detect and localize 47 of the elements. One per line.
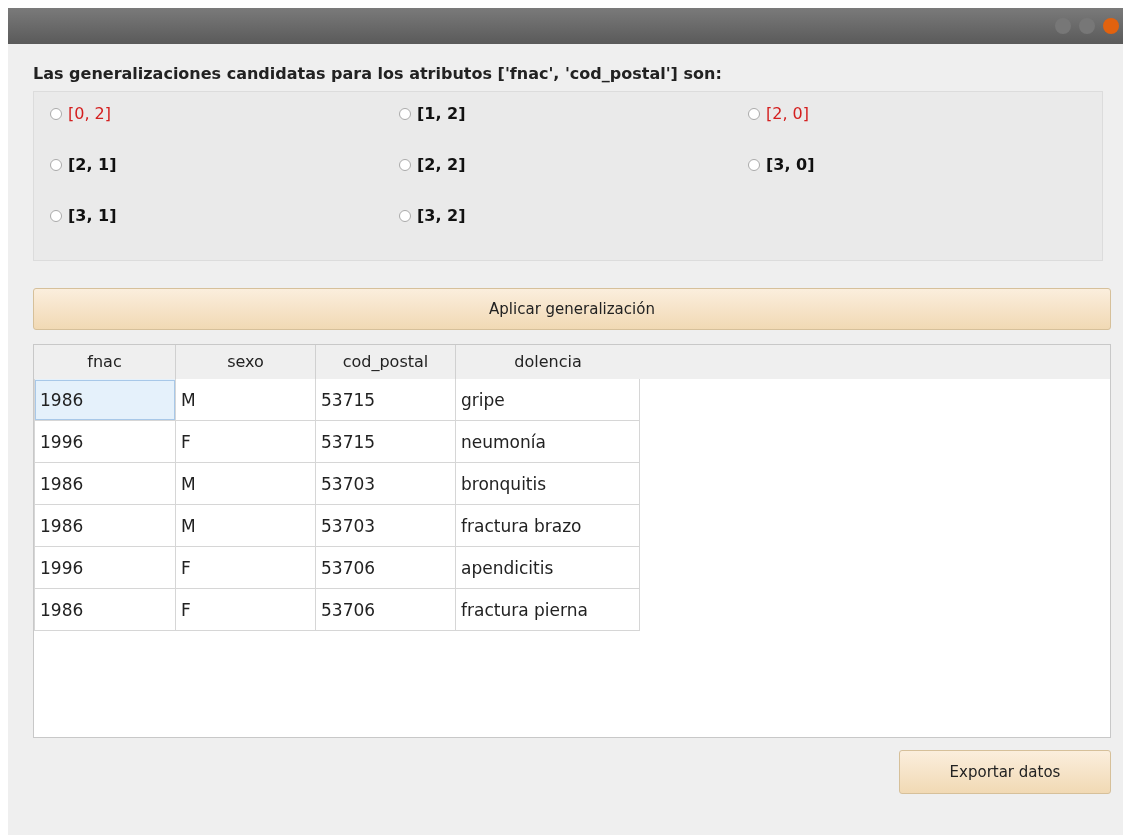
radio-option[interactable]: [0, 2] [50, 104, 111, 123]
radio-icon[interactable] [748, 107, 760, 120]
table-cell[interactable]: M [176, 505, 316, 547]
table-cell[interactable]: 1996 [34, 547, 176, 589]
radio-icon[interactable] [748, 158, 760, 171]
table-cell[interactable]: gripe [456, 379, 640, 421]
table-cell[interactable]: apendicitis [456, 547, 640, 589]
table-cell[interactable]: 1986 [34, 589, 176, 631]
export-button[interactable]: Exportar datos [899, 750, 1111, 794]
heading-label: Las generalizaciones candidatas para los atributos ['fnac', 'cod_postal'] son: [33, 64, 723, 83]
table-cell[interactable]: F [176, 589, 316, 631]
column-header[interactable]: dolencia [456, 345, 640, 379]
table-cell[interactable]: 53706 [316, 547, 456, 589]
radio-option[interactable]: [2, 1] [50, 155, 117, 174]
table-cell[interactable]: 1996 [34, 421, 176, 463]
radio-icon[interactable] [50, 158, 62, 171]
table-cell[interactable]: M [176, 463, 316, 505]
table-cell[interactable]: 53703 [316, 463, 456, 505]
radio-option[interactable]: [1, 2] [399, 104, 466, 123]
radio-icon[interactable] [399, 107, 411, 120]
table-cell[interactable]: 53703 [316, 505, 456, 547]
radio-option[interactable]: [3, 0] [748, 155, 815, 174]
table-cell[interactable]: 53706 [316, 589, 456, 631]
table-cell[interactable]: F [176, 547, 316, 589]
table-cell[interactable]: 53715 [316, 421, 456, 463]
radio-option[interactable]: [2, 0] [748, 104, 809, 123]
radio-icon[interactable] [50, 209, 62, 222]
table-cell[interactable]: M [176, 379, 316, 421]
radio-icon[interactable] [399, 209, 411, 222]
table-cell[interactable]: fractura brazo [456, 505, 640, 547]
table-cell[interactable]: 1986 [34, 463, 176, 505]
table-cell[interactable]: 53715 [316, 379, 456, 421]
radio-icon[interactable] [399, 158, 411, 171]
table-cell[interactable]: fractura pierna [456, 589, 640, 631]
radio-option[interactable]: [3, 1] [50, 206, 117, 225]
radio-option[interactable]: [3, 2] [399, 206, 466, 225]
radio-option[interactable]: [2, 2] [399, 155, 466, 174]
table-cell[interactable]: 1986 [34, 505, 176, 547]
table-cell[interactable]: F [176, 421, 316, 463]
table-cell[interactable]: neumonía [456, 421, 640, 463]
column-header[interactable]: sexo [176, 345, 316, 379]
apply-button[interactable]: Aplicar generalización [33, 288, 1111, 330]
table-cell[interactable]: bronquitis [456, 463, 640, 505]
close-button[interactable] [1103, 18, 1119, 34]
table-cell[interactable]: 1986 [34, 379, 176, 421]
column-header[interactable]: cod_postal [316, 345, 456, 379]
radio-icon[interactable] [50, 107, 62, 120]
